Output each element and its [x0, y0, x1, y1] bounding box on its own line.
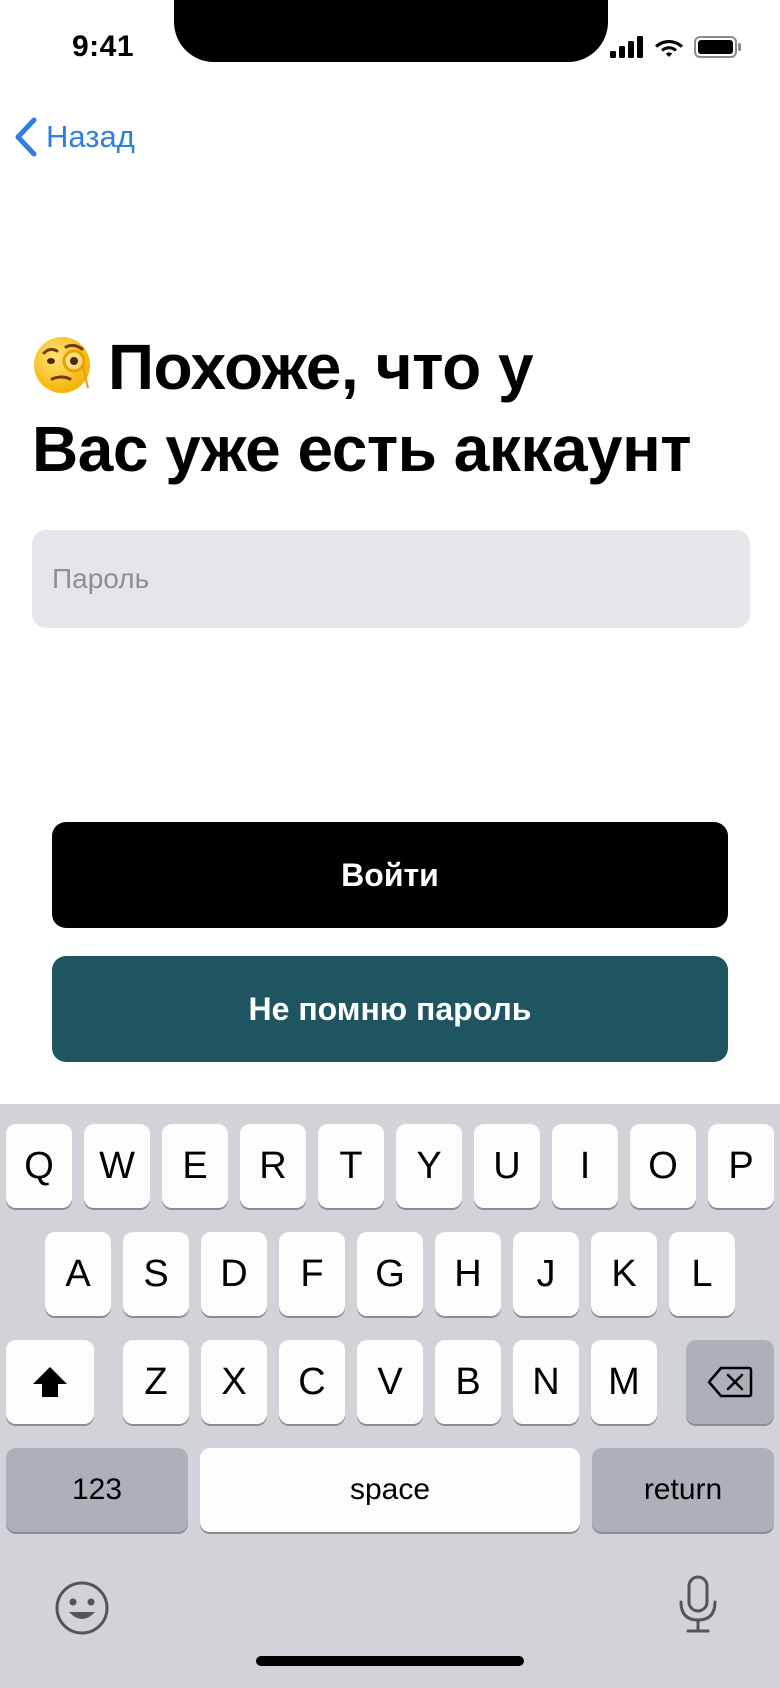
- key-w[interactable]: W: [84, 1124, 150, 1208]
- delete-key[interactable]: [686, 1340, 774, 1424]
- back-button[interactable]: Назад: [12, 116, 135, 158]
- page-title-line2: Вас уже есть аккаунт: [32, 413, 692, 485]
- key-z[interactable]: Z: [123, 1340, 189, 1424]
- page-title: Похоже, что у Вас уже есть аккаунт: [32, 326, 752, 490]
- shift-icon: [33, 1367, 67, 1397]
- key-x[interactable]: X: [201, 1340, 267, 1424]
- key-f[interactable]: F: [279, 1232, 345, 1316]
- page-title-line1: Похоже, что у: [108, 331, 534, 403]
- login-screen: 9:41 Назад Похоже, что у Вас уже есть ак…: [0, 0, 780, 1688]
- key-u[interactable]: U: [474, 1124, 540, 1208]
- status-icons: [610, 36, 742, 58]
- numbers-key[interactable]: 123: [6, 1448, 188, 1532]
- key-k[interactable]: K: [591, 1232, 657, 1316]
- key-s[interactable]: S: [123, 1232, 189, 1316]
- key-m[interactable]: M: [591, 1340, 657, 1424]
- shift-key[interactable]: [6, 1340, 94, 1424]
- key-n[interactable]: N: [513, 1340, 579, 1424]
- space-key[interactable]: space: [200, 1448, 580, 1532]
- key-h[interactable]: H: [435, 1232, 501, 1316]
- key-o[interactable]: O: [630, 1124, 696, 1208]
- key-l[interactable]: L: [669, 1232, 735, 1316]
- key-d[interactable]: D: [201, 1232, 267, 1316]
- key-y[interactable]: Y: [396, 1124, 462, 1208]
- login-button-label: Войти: [341, 856, 439, 893]
- password-field[interactable]: [32, 530, 750, 628]
- key-c[interactable]: C: [279, 1340, 345, 1424]
- microphone-icon[interactable]: [676, 1574, 720, 1636]
- key-g[interactable]: G: [357, 1232, 423, 1316]
- login-button[interactable]: Войти: [52, 822, 728, 928]
- key-e[interactable]: E: [162, 1124, 228, 1208]
- key-t[interactable]: T: [318, 1124, 384, 1208]
- emoji-icon[interactable]: [54, 1580, 110, 1636]
- face-with-monocle-icon: [34, 337, 90, 393]
- key-j[interactable]: J: [513, 1232, 579, 1316]
- key-i[interactable]: I: [552, 1124, 618, 1208]
- return-key[interactable]: return: [592, 1448, 774, 1532]
- cellular-signal-icon: [610, 36, 643, 58]
- key-p[interactable]: P: [708, 1124, 774, 1208]
- key-b[interactable]: B: [435, 1340, 501, 1424]
- status-time: 9:41: [72, 30, 135, 63]
- keyboard: Q W E R T Y U I O P A S D F G H J K L Z …: [0, 1104, 780, 1688]
- battery-icon: [694, 36, 741, 58]
- status-bar: 9:41: [0, 0, 780, 100]
- backspace-icon: [707, 1366, 753, 1398]
- back-button-label: Назад: [46, 119, 135, 154]
- forgot-password-button[interactable]: Не помню пароль: [52, 956, 728, 1062]
- chevron-left-icon: [15, 117, 37, 157]
- device-notch: [174, 0, 608, 62]
- key-q[interactable]: Q: [6, 1124, 72, 1208]
- key-r[interactable]: R: [240, 1124, 306, 1208]
- forgot-password-button-label: Не помню пароль: [248, 990, 532, 1027]
- key-a[interactable]: A: [45, 1232, 111, 1316]
- home-indicator[interactable]: [256, 1656, 524, 1666]
- wifi-icon: [655, 40, 683, 57]
- key-v[interactable]: V: [357, 1340, 423, 1424]
